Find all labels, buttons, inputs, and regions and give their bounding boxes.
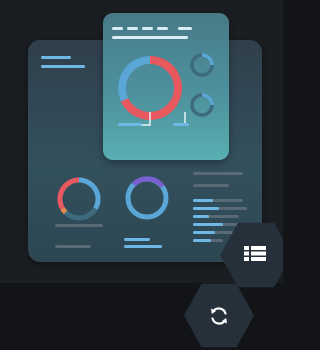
panel-right-header-bar-2: [193, 184, 229, 187]
panel-donut-left-orange: [60, 207, 68, 215]
small-donut-chart-1: [190, 53, 214, 77]
bar-row-5: [193, 231, 215, 234]
small-donut-2-segment: [201, 93, 214, 106]
panel-donut-right-purple: [131, 176, 165, 189]
panel-caption-bar-3: [124, 238, 150, 241]
panel-donut-chart-left: [57, 177, 101, 221]
bar-row-6: [193, 239, 211, 242]
card-label-bar-left: [118, 123, 142, 126]
bar-row-2: [193, 207, 219, 210]
illustration: [0, 0, 283, 350]
list-table-icon: [244, 246, 266, 261]
panel-caption-bar-2: [55, 245, 91, 248]
panel-donut-left-blue: [78, 177, 101, 210]
bar-row-4: [193, 223, 223, 226]
small-donut-chart-2: [190, 93, 214, 117]
refresh-icon: [211, 307, 227, 325]
bar-row-1: [193, 199, 213, 202]
panel-caption-bar-4: [124, 245, 162, 248]
small-donut-1-segment: [201, 53, 214, 66]
panel-caption-bar-1: [55, 224, 103, 227]
panel-donut-chart-right: [125, 176, 169, 220]
bar-row-3: [193, 215, 209, 218]
panel-right-header-bar-1: [193, 172, 243, 175]
panel-donut-left-red: [57, 177, 80, 210]
card-label-bar-right: [173, 123, 189, 126]
